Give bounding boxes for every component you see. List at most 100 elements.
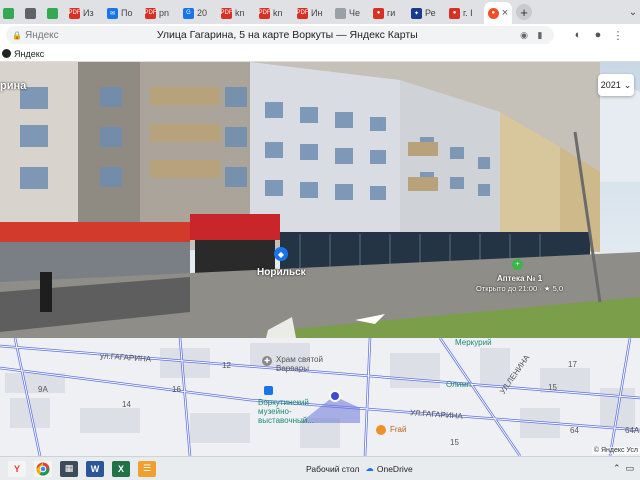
tab-list: PDF Из ✉ По PDF pn G 20 PDF kn PDF kn PDF Ин Че ● ги ✦ Ре ●…	[0, 0, 484, 24]
taskbar-apps: Y ▦ W X ☰	[0, 460, 156, 477]
tab-favicon-icon: ✉	[107, 7, 118, 19]
tab-favicon-icon	[335, 7, 346, 19]
yandex-browser-taskbar-icon[interactable]: Y	[8, 460, 26, 477]
site-name: Яндекс	[25, 29, 59, 41]
tab-item[interactable]: PDF kn	[218, 2, 256, 24]
chrome-taskbar-icon[interactable]	[34, 460, 52, 477]
pharmacy-name[interactable]: Аптека № 1	[497, 274, 542, 283]
browser-tab-strip: PDF Из ✉ По PDF pn G 20 PDF kn PDF kn PDF Ин Че ● ги ✦ Ре ●…	[0, 0, 640, 24]
address-bar-row: 🔒 Яндекс Улица Гагарина, 5 на карте Ворк…	[0, 24, 640, 46]
onedrive-label: OneDrive	[376, 463, 413, 474]
tab-label: Из	[83, 8, 94, 18]
calculator-taskbar-icon[interactable]: ▦	[60, 460, 78, 477]
tab-search-icon[interactable]: ⌄	[626, 7, 640, 18]
page-title: Улица Гагарина, 5 на карте Воркуты — Янд…	[156, 29, 418, 41]
location-icon[interactable]: ◉	[516, 30, 532, 41]
excel-taskbar-icon[interactable]: X	[112, 460, 130, 477]
pharmacy-pin-icon[interactable]: +	[512, 259, 523, 270]
onedrive-toolbar[interactable]: ☁ OneDrive	[365, 463, 412, 474]
tab-item[interactable]: PDF kn	[256, 2, 294, 24]
tab-favicon-icon: ●	[449, 7, 460, 19]
extension-icon[interactable]: ◐	[568, 29, 588, 41]
desktop-toolbar-label[interactable]: Рабочий стол	[306, 464, 359, 474]
poi-church[interactable]: Храм святой Варвары	[276, 355, 346, 373]
house-number: 15	[450, 438, 459, 447]
poi-olimp[interactable]: Олимп	[446, 380, 471, 389]
tab-favicon-icon: ●	[373, 7, 384, 19]
year-value: 2021	[600, 80, 621, 90]
church-icon[interactable]: ✚	[262, 356, 272, 366]
pharmacy-info: Открыто до 21:00 · ★ 5,0	[476, 284, 564, 293]
museum-icon[interactable]	[264, 386, 273, 395]
tab-item[interactable]	[0, 2, 22, 24]
year-selector[interactable]: 2021 ⌄	[598, 74, 634, 96]
close-tab-icon[interactable]: ×	[502, 7, 508, 19]
tab-item[interactable]: PDF Ин	[294, 2, 332, 24]
house-number: 14	[122, 400, 131, 409]
bookmarks-bar: Яндекс	[0, 46, 640, 62]
tab-item[interactable]: G 20	[180, 2, 218, 24]
shop-label[interactable]: Норильск	[257, 267, 306, 278]
tab-favicon-icon	[47, 7, 58, 19]
new-tab-button[interactable]: +	[516, 4, 532, 20]
house-number: 64А	[625, 426, 640, 435]
yandex-maps-pin-icon: ●	[487, 7, 499, 19]
cafe-icon[interactable]	[376, 425, 386, 435]
system-tray: ⌃ ▭	[613, 463, 640, 474]
poi-museum[interactable]: Воркутинский музейно-выставочный...	[258, 398, 328, 425]
tab-label: ги	[387, 8, 396, 18]
map-view[interactable]: ул.ГАГАРИНА УЛ.ГАГАРИНА УЛ.ЛЕНИНА ✚ Храм…	[0, 338, 640, 456]
tab-favicon-icon: PDF	[221, 7, 233, 19]
shop-pin-icon[interactable]: ◆	[274, 247, 288, 261]
tab-active[interactable]: ● ×	[484, 2, 512, 24]
tab-item[interactable]: ● ги	[370, 2, 408, 24]
bookmark-icon[interactable]: ▮	[532, 30, 548, 41]
tab-label: По	[121, 8, 133, 18]
profile-icon[interactable]: ●	[588, 29, 608, 41]
tab-item[interactable]: ✉ По	[104, 2, 142, 24]
chevron-up-icon[interactable]: ⌃	[613, 463, 621, 474]
tab-favicon-icon: G	[183, 7, 194, 19]
tab-label: 20	[197, 8, 208, 18]
map-copyright[interactable]: © Яндекс Усл	[591, 447, 640, 454]
tab-label: г. I	[463, 8, 473, 18]
tab-item[interactable]	[22, 2, 44, 24]
tab-favicon-icon: PDF	[69, 7, 81, 19]
tab-favicon-icon: ✦	[411, 7, 422, 19]
lock-icon: 🔒	[12, 30, 22, 40]
tab-item[interactable]	[44, 2, 66, 24]
tab-item[interactable]: ● г. I	[446, 2, 484, 24]
tab-favicon-icon: PDF	[145, 7, 157, 19]
tab-item[interactable]: ✦ Ре	[408, 2, 446, 24]
bookmark-yandex[interactable]: Яндекс	[14, 49, 44, 59]
tab-label: Че	[349, 8, 361, 18]
chevron-down-icon: ⌄	[623, 79, 632, 90]
house-number: 16	[172, 385, 181, 394]
tab-favicon-icon	[3, 7, 14, 19]
tab-item[interactable]: PDF pn	[142, 2, 180, 24]
tab-item[interactable]: Че	[332, 2, 370, 24]
poi-merkury[interactable]: Меркурий	[455, 338, 492, 347]
house-number: 64	[570, 426, 579, 435]
tab-favicon-icon: PDF	[297, 7, 309, 19]
tab-label: kn	[235, 8, 245, 18]
tab-item[interactable]: PDF Из	[66, 2, 104, 24]
street-panorama[interactable]: рина 2021 ⌄ ◆ Норильск + Аптека № 1 Откр…	[0, 62, 640, 338]
tab-label: kn	[273, 8, 283, 18]
house-number: 12	[222, 361, 231, 370]
taskbar: Y ▦ W X ☰ Рабочий стол ☁ OneDrive ⌃ ▭	[0, 456, 640, 480]
panorama-image	[0, 62, 640, 338]
reader-taskbar-icon[interactable]: ☰	[138, 460, 156, 477]
omnibox[interactable]: 🔒 Яндекс Улица Гагарина, 5 на карте Ворк…	[6, 26, 554, 44]
house-number: 17	[568, 360, 577, 369]
poi-fraj[interactable]: Fraй	[390, 425, 406, 434]
house-number: 15	[548, 383, 557, 392]
word-taskbar-icon[interactable]: W	[86, 460, 104, 477]
tab-label: Ин	[311, 8, 323, 18]
tab-favicon-icon: PDF	[259, 7, 271, 19]
cloud-icon: ☁	[365, 463, 374, 473]
tab-label: pn	[159, 8, 170, 18]
network-icon[interactable]: ▭	[625, 463, 634, 474]
menu-icon[interactable]: ⋮	[608, 29, 628, 42]
tab-label: Ре	[425, 8, 436, 18]
